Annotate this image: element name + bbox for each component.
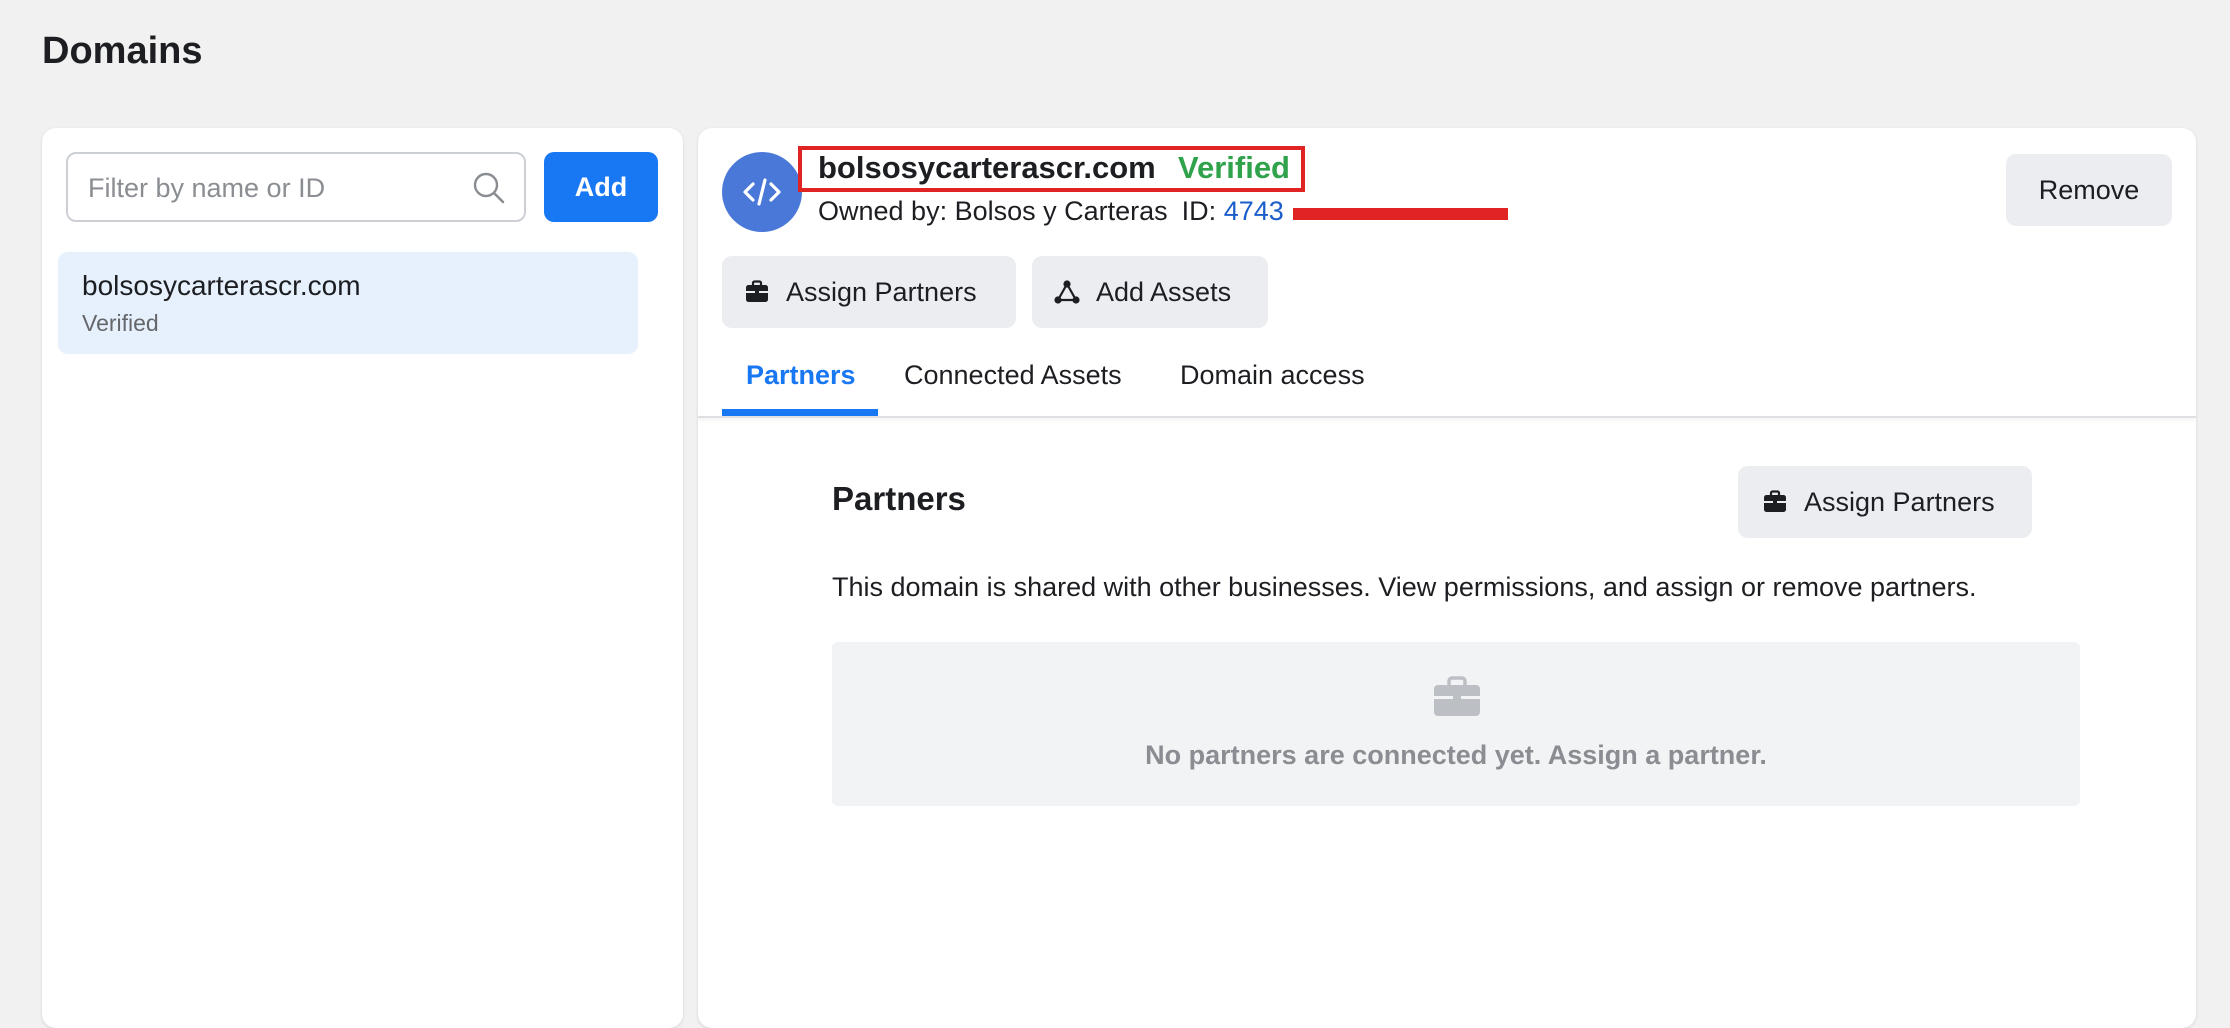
- verified-badge: Verified: [1178, 150, 1290, 185]
- network-icon: [1054, 279, 1080, 305]
- remove-button[interactable]: Remove: [2006, 154, 2172, 226]
- header-divider: [698, 416, 2196, 418]
- add-assets-button[interactable]: Add Assets: [1032, 256, 1268, 328]
- assign-partners-label: Assign Partners: [786, 276, 977, 307]
- briefcase-icon: [744, 279, 770, 305]
- active-tab-indicator: [722, 409, 878, 416]
- section-assign-partners-button[interactable]: Assign Partners: [1738, 466, 2032, 538]
- assign-partners-button[interactable]: Assign Partners: [722, 256, 1016, 328]
- id-redaction-mark: [1293, 208, 1508, 220]
- code-icon: [722, 152, 802, 232]
- filter-input[interactable]: [86, 154, 460, 222]
- add-domain-button[interactable]: Add: [544, 152, 658, 222]
- tab-connected-assets[interactable]: Connected Assets: [904, 360, 1122, 391]
- search-icon[interactable]: [472, 171, 506, 205]
- domain-item-status: Verified: [82, 310, 159, 336]
- domain-list-item[interactable]: bolsosycarterascr.com Verified: [58, 252, 638, 354]
- domain-title: bolsosycarterascr.com: [818, 150, 1156, 185]
- tab-partners[interactable]: Partners: [746, 360, 856, 391]
- domain-list-panel: Add bolsosycarterascr.com Verified: [42, 128, 683, 1028]
- id-value: 4743: [1223, 196, 1284, 226]
- domain-detail-panel: bolsosycarterascr.com Verified Owned by:…: [698, 128, 2196, 1028]
- partners-section-title: Partners: [832, 480, 966, 517]
- section-assign-partners-label: Assign Partners: [1804, 486, 1995, 517]
- domain-item-name: bolsosycarterascr.com: [82, 270, 361, 301]
- empty-state: No partners are connected yet. Assign a …: [832, 642, 2080, 806]
- filter-box[interactable]: [66, 152, 526, 222]
- owner-label: Owned by: Bolsos y Carteras: [818, 196, 1168, 226]
- briefcase-icon: [1432, 676, 1482, 718]
- partners-description: This domain is shared with other busines…: [832, 572, 1977, 602]
- empty-state-text: No partners are connected yet. Assign a …: [1145, 740, 1767, 770]
- add-assets-label: Add Assets: [1096, 276, 1232, 307]
- tab-domain-access[interactable]: Domain access: [1180, 360, 1365, 391]
- briefcase-icon: [1762, 489, 1788, 515]
- id-label: ID:: [1181, 196, 1217, 226]
- page-title: Domains: [42, 30, 203, 72]
- owner-line: Owned by: Bolsos y Carteras ID: 4743: [818, 196, 1284, 227]
